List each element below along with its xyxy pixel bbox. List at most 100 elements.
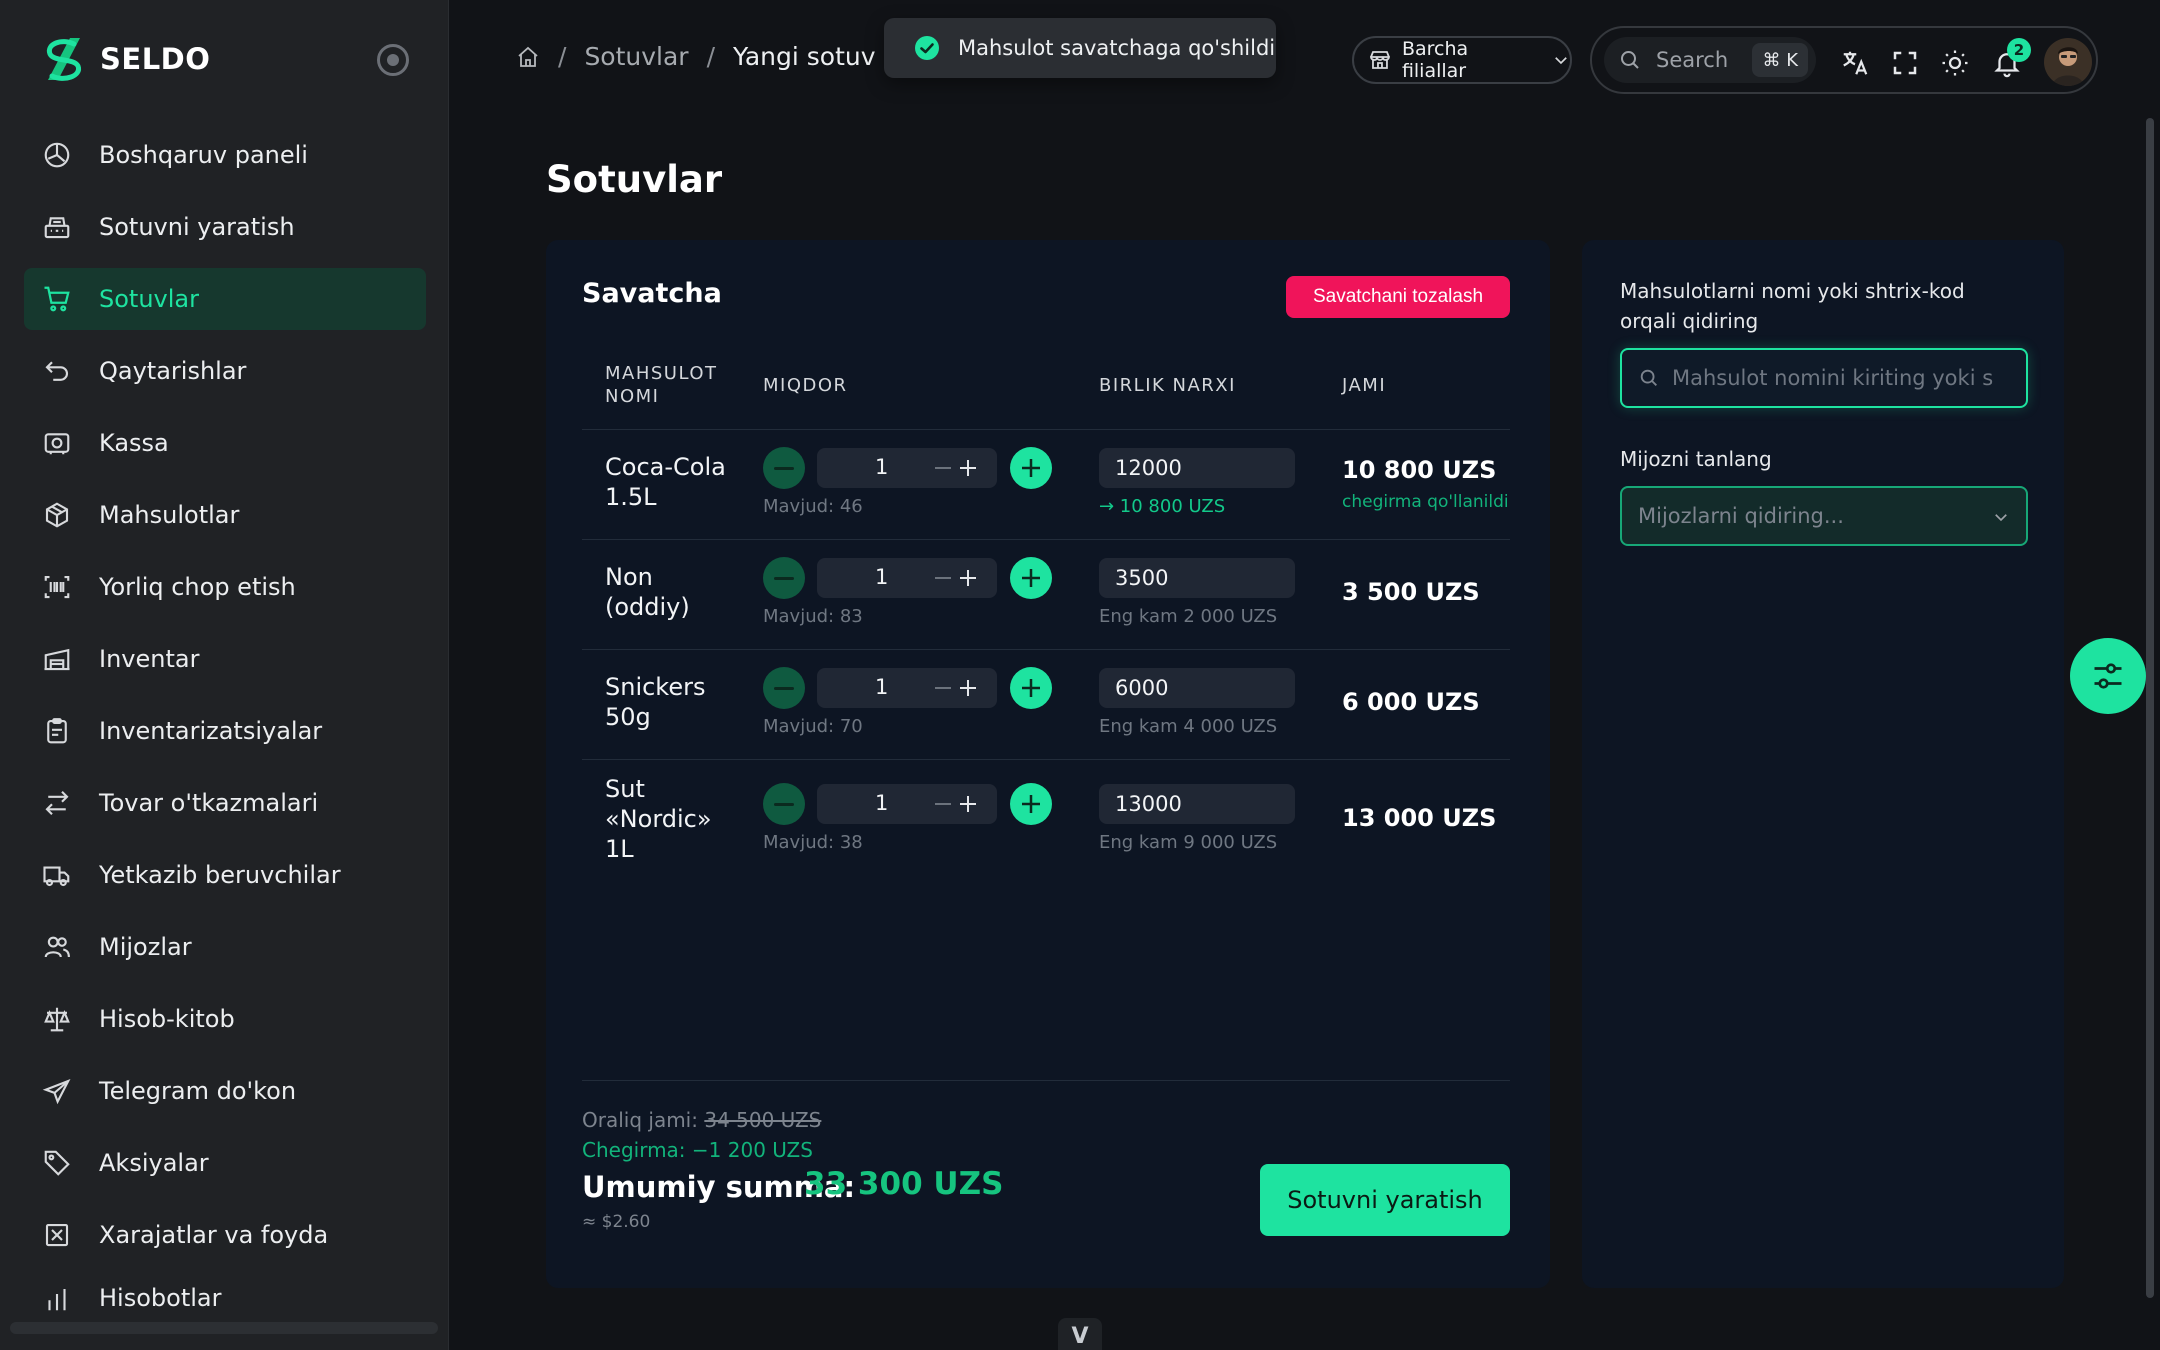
min-price-note: Eng kam 2 000 UZS [1099,606,1278,627]
unit-price-input[interactable]: 6000 [1099,668,1295,708]
toast-message: Mahsulot savatchaga qo'shildi [958,36,1276,60]
main-scrollbar[interactable] [2146,118,2154,1298]
sidebar-item-inventar[interactable]: Inventar [24,628,426,690]
increase-qty-button[interactable] [1010,447,1052,489]
stepper-minus-icon[interactable] [935,467,951,469]
column-header-total: JAMI [1342,375,1387,396]
unit-price-input[interactable]: 12000 [1099,448,1295,488]
fullscreen-icon[interactable] [1890,48,1920,78]
toast-notification: Mahsulot savatchaga qo'shildi [884,18,1276,78]
page-title: Sotuvlar [546,158,723,201]
increase-qty-button[interactable] [1010,667,1052,709]
client-select-label: Mijozni tanlang [1620,447,1772,471]
min-price-note: Eng kam 9 000 UZS [1099,832,1278,853]
stock-available: Mavjud: 38 [763,832,863,853]
decrease-qty-button[interactable] [763,783,805,825]
sidebar-collapse-button[interactable] [377,44,409,76]
cart-card: Savatcha Savatchani tozalash MAHSULOT NO… [546,240,1550,1288]
stepper-minus-icon[interactable] [935,803,951,805]
decrease-qty-button[interactable] [763,667,805,709]
sidebar-item-telegram-dokon[interactable]: Telegram do'kon [24,1060,426,1122]
product-search-input[interactable] [1672,366,2012,390]
stepper-plus-icon[interactable] [959,459,977,477]
avatar[interactable] [2044,38,2092,86]
plus-icon [1022,459,1040,477]
warehouse-icon [44,648,70,671]
sun-icon[interactable] [1940,48,1970,78]
sidebar-item-label: Xarajatlar va foyda [99,1221,329,1249]
min-price-note: Eng kam 4 000 UZS [1099,716,1278,737]
clear-cart-button[interactable]: Savatchani tozalash [1286,276,1510,318]
product-search-field[interactable] [1620,348,2028,408]
vue-devtools-button[interactable]: V [1058,1318,1102,1350]
sidebar-item-xarajatlar-va-foyda[interactable]: Xarajatlar va foyda [24,1204,426,1266]
column-header-qty: MIQDOR [763,375,848,396]
notification-count-badge: 2 [2007,38,2031,62]
sidebar-item-aksiyalar[interactable]: Aksiyalar [24,1132,426,1194]
stepper-plus-icon[interactable] [959,569,977,587]
box-icon [45,502,69,528]
sidebar-item-sotuvni-yaratish[interactable]: Sotuvni yaratish [24,196,426,258]
brand[interactable]: SELDO [40,34,210,84]
plus-icon [1022,569,1040,587]
unit-price-input[interactable]: 13000 [1099,784,1295,824]
return-icon [45,361,69,381]
sidebar-item-label: Qaytarishlar [99,357,247,385]
translate-icon[interactable] [1840,48,1870,78]
sidebar-item-mijozlar[interactable]: Mijozlar [24,916,426,978]
sidebar-item-sotuvlar[interactable]: Sotuvlar [24,268,426,330]
sidebar-nav: Boshqaruv paneli Sotuvni yaratish Sotuvl… [24,124,426,1326]
store-icon [1370,51,1390,69]
sidebar-item-label: Hisob-kitob [99,1005,235,1033]
product-name: Snickers 50g [605,673,706,731]
sidebar-item-label: Tovar o'tkazmalari [99,789,319,817]
increase-qty-button[interactable] [1010,783,1052,825]
quantity-stepper[interactable]: 1 [817,668,997,708]
settings-fab-button[interactable] [2070,638,2146,714]
branch-select[interactable]: Barcha filiallar [1352,36,1572,84]
stepper-minus-icon[interactable] [935,577,951,579]
global-search[interactable]: Search ⌘ K [1604,37,1816,83]
subtotal-value: 34 500 UZS [704,1108,822,1132]
stepper-plus-icon[interactable] [959,679,977,697]
sidebar-item-label: Mijozlar [99,933,192,961]
sidebar-item-label: Aksiyalar [99,1149,209,1177]
sidebar-item-yorliq-chop-etish[interactable]: Yorliq chop etish [24,556,426,618]
decrease-qty-button[interactable] [763,447,805,489]
breadcrumb-link-sotuvlar[interactable]: Sotuvlar [584,42,688,71]
create-sale-button[interactable]: Sotuvni yaratish [1260,1164,1510,1236]
user-avatar-icon [2044,38,2092,86]
sidebar-item-boshqaruv-paneli[interactable]: Boshqaruv paneli [24,124,426,186]
discount-applied-note: chegirma qo'llanildi [1342,492,1509,512]
table-row: Non (oddiy) 1 Mavjud: 83 3500 Eng kam 2 … [582,540,1510,650]
client-select[interactable]: Mijozlarni qidiring... [1620,486,2028,546]
home-icon[interactable] [516,45,540,69]
sidebar-item-label: Yorliq chop etish [99,573,296,601]
stepper-minus-icon[interactable] [935,687,951,689]
sidebar-item-tovar-otkazmalari[interactable]: Tovar o'tkazmalari [24,772,426,834]
breadcrumb-separator: / [558,42,567,71]
sidebar-item-yetkazib-beruvchilar[interactable]: Yetkazib beruvchilar [24,844,426,906]
stepper-plus-icon[interactable] [959,795,977,813]
sidebar-item-mahsulotlar[interactable]: Mahsulotlar [24,484,426,546]
sidebar-scrollbar[interactable] [10,1322,438,1334]
quantity-stepper[interactable]: 1 [817,448,997,488]
seldo-logo-icon [46,38,81,81]
minus-icon [774,576,794,580]
expense-icon [45,1223,69,1247]
sidebar-item-hisob-kitob[interactable]: Hisob-kitob [24,988,426,1050]
plus-icon [1022,795,1040,813]
subtotal: Oraliq jami: 34 500 UZS [582,1108,821,1132]
unit-price-input[interactable]: 3500 [1099,558,1295,598]
sidebar-item-qaytarishlar[interactable]: Qaytarishlar [24,340,426,402]
increase-qty-button[interactable] [1010,557,1052,599]
decrease-qty-button[interactable] [763,557,805,599]
product-search-card: Mahsulotlarni nomi yoki shtrix-kod orqal… [1582,240,2064,1288]
quantity-stepper[interactable]: 1 [817,558,997,598]
header-toolbar: Search ⌘ K 2 [1590,26,2098,94]
sidebar-item-kassa[interactable]: Kassa [24,412,426,474]
sidebar-item-inventarizatsiyalar[interactable]: Inventarizatsiyalar [24,700,426,762]
sidebar-item-hisobotlar[interactable]: Hisobotlar [24,1276,426,1316]
quantity-stepper[interactable]: 1 [817,784,997,824]
sidebar-item-label: Hisobotlar [99,1284,222,1312]
